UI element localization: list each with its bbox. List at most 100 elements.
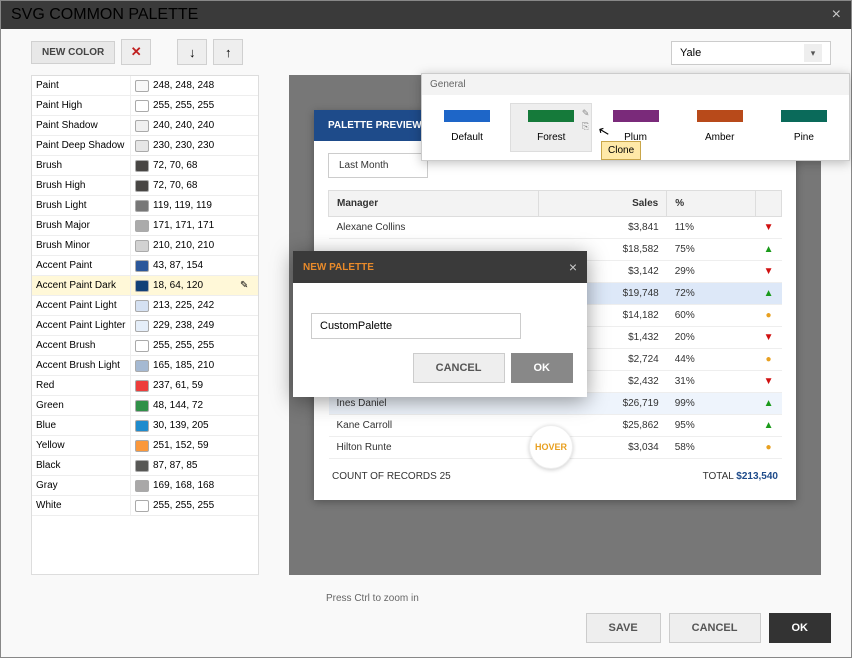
- delete-color-button[interactable]: ✕: [121, 39, 151, 65]
- color-value: 43, 87, 154: [153, 260, 258, 271]
- preview-title: PALETTE PREVIEW: [328, 120, 422, 131]
- trend-icon: ▼: [756, 371, 782, 393]
- color-swatch: [135, 440, 149, 452]
- color-swatch: [135, 100, 149, 112]
- color-value: 213, 225, 242: [153, 300, 258, 311]
- color-value: 48, 144, 72: [153, 400, 258, 411]
- palette-item-pine[interactable]: Pine: [763, 103, 845, 152]
- palette-name-input[interactable]: [311, 313, 521, 339]
- modal-cancel-button[interactable]: CANCEL: [413, 353, 505, 383]
- color-row[interactable]: Blue30, 139, 205: [32, 416, 258, 436]
- trend-icon: ▼: [756, 327, 782, 349]
- move-down-button[interactable]: ↓: [177, 39, 207, 65]
- color-swatch: [135, 320, 149, 332]
- color-name: Paint: [32, 76, 131, 95]
- color-name: White: [32, 496, 131, 515]
- color-swatch: [135, 160, 149, 172]
- new-color-button[interactable]: NEW COLOR: [31, 41, 115, 64]
- color-row[interactable]: Yellow251, 152, 59: [32, 436, 258, 456]
- cell-pct: 60%: [667, 305, 756, 327]
- color-name: Accent Brush: [32, 336, 131, 355]
- col-manager[interactable]: Manager: [329, 191, 539, 217]
- color-value: 251, 152, 59: [153, 440, 258, 451]
- color-value: 18, 64, 120: [153, 280, 240, 291]
- move-up-button[interactable]: ↑: [213, 39, 243, 65]
- color-swatch: [135, 240, 149, 252]
- filter-dropdown[interactable]: Last Month: [328, 153, 428, 178]
- palette-swatch: [613, 110, 659, 122]
- color-value: 255, 255, 255: [153, 100, 258, 111]
- save-button[interactable]: SAVE: [586, 613, 661, 643]
- color-name: Accent Paint Dark: [32, 276, 131, 295]
- color-row[interactable]: Accent Paint Dark 18, 64, 120✎: [32, 276, 258, 296]
- color-row[interactable]: Black87, 87, 85: [32, 456, 258, 476]
- color-row[interactable]: Green 48, 144, 72: [32, 396, 258, 416]
- ok-button[interactable]: OK: [769, 613, 832, 643]
- color-name: Accent Brush Light: [32, 356, 131, 375]
- color-swatch: [135, 280, 149, 292]
- palette-dropdown[interactable]: Yale ▾: [671, 41, 831, 65]
- color-name: Brush High: [32, 176, 131, 195]
- palette-swatch: [444, 110, 490, 122]
- color-value: 72, 70, 68: [153, 180, 258, 191]
- color-name: Green: [32, 396, 131, 415]
- color-row[interactable]: Brush Minor210, 210, 210: [32, 236, 258, 256]
- cell-pct: 20%: [667, 327, 756, 349]
- color-value: 210, 210, 210: [153, 240, 258, 251]
- color-row[interactable]: Accent Paint 43, 87, 154: [32, 256, 258, 276]
- color-value: 87, 87, 85: [153, 460, 258, 471]
- color-swatch: [135, 200, 149, 212]
- color-swatch: [135, 120, 149, 132]
- cell-pct: 75%: [667, 239, 756, 261]
- color-row[interactable]: Gray169, 168, 168: [32, 476, 258, 496]
- trend-icon: ▲: [756, 283, 782, 305]
- color-value: 255, 255, 255: [153, 340, 258, 351]
- palette-swatch: [528, 110, 574, 122]
- color-row[interactable]: White255, 255, 255: [32, 496, 258, 516]
- table-row[interactable]: Alexane Collins$3,84111%▼: [329, 217, 782, 239]
- cell-pct: 11%: [667, 217, 756, 239]
- cell-pct: 99%: [667, 393, 756, 415]
- clone-icon[interactable]: ⎘: [582, 121, 590, 132]
- color-row[interactable]: Accent Paint Lighter229, 238, 249: [32, 316, 258, 336]
- modal-close-icon[interactable]: ×: [569, 259, 577, 275]
- cell-sales: $3,841: [538, 217, 667, 239]
- color-list[interactable]: Paint248, 248, 248Paint High255, 255, 25…: [31, 75, 259, 575]
- color-row[interactable]: Red237, 61, 59: [32, 376, 258, 396]
- palette-swatch: [697, 110, 743, 122]
- trend-icon: ▼: [756, 217, 782, 239]
- cancel-button[interactable]: CANCEL: [669, 613, 761, 643]
- cell-pct: 58%: [667, 437, 756, 459]
- eyedropper-icon[interactable]: ✎: [240, 280, 254, 291]
- color-row[interactable]: Paint248, 248, 248: [32, 76, 258, 96]
- trend-icon: ●: [756, 437, 782, 459]
- col-sales[interactable]: Sales: [538, 191, 667, 217]
- cell-manager: Hilton Runte: [329, 437, 539, 459]
- color-swatch: [135, 380, 149, 392]
- color-name: Brush Major: [32, 216, 131, 235]
- palette-item-amber[interactable]: Amber: [679, 103, 761, 152]
- color-value: 230, 230, 230: [153, 140, 258, 151]
- color-row[interactable]: Paint Deep Shadow230, 230, 230: [32, 136, 258, 156]
- color-row[interactable]: Brush72, 70, 68: [32, 156, 258, 176]
- color-swatch: [135, 340, 149, 352]
- color-row[interactable]: Paint High255, 255, 255: [32, 96, 258, 116]
- color-row[interactable]: Brush Major171, 171, 171: [32, 216, 258, 236]
- col-pct[interactable]: %: [667, 191, 756, 217]
- palette-label: Default: [431, 132, 503, 143]
- color-name: Gray: [32, 476, 131, 495]
- close-icon[interactable]: ×: [832, 6, 841, 24]
- palette-item-forest[interactable]: Forest ✎ ⎘: [510, 103, 592, 152]
- color-row[interactable]: Accent Brush 255, 255, 255: [32, 336, 258, 356]
- color-row[interactable]: Accent Paint Light213, 225, 242: [32, 296, 258, 316]
- color-row[interactable]: Brush Light119, 119, 119: [32, 196, 258, 216]
- edit-icon[interactable]: ✎: [582, 108, 590, 119]
- trend-icon: ▲: [756, 239, 782, 261]
- palette-label: Forest: [515, 132, 587, 143]
- color-row[interactable]: Brush High 72, 70, 68: [32, 176, 258, 196]
- modal-ok-button[interactable]: OK: [511, 353, 574, 383]
- color-row[interactable]: Paint Shadow240, 240, 240: [32, 116, 258, 136]
- color-name: Accent Paint: [32, 256, 131, 275]
- palette-item-default[interactable]: Default: [426, 103, 508, 152]
- color-row[interactable]: Accent Brush Light165, 185, 210: [32, 356, 258, 376]
